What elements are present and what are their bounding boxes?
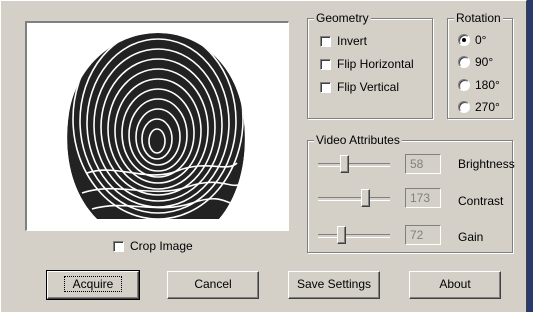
rotation-90-dot[interactable]	[458, 56, 470, 68]
rotation-group: Rotation 0° 90° 180° 270°	[447, 11, 513, 119]
rotation-180-radio[interactable]: 180°	[458, 78, 500, 92]
rotation-180-dot[interactable]	[458, 79, 470, 91]
about-button[interactable]: About	[409, 271, 501, 299]
gain-value[interactable]: 72	[405, 225, 441, 245]
contrast-value[interactable]: 173	[405, 188, 441, 208]
contrast-track	[318, 197, 390, 201]
video-attributes-title: Video Attributes	[314, 133, 402, 147]
flip-vertical-label: Flip Vertical	[337, 80, 400, 94]
gain-label: Gain	[458, 230, 484, 244]
acquire-button[interactable]: Acquire	[46, 270, 140, 300]
rotation-0-radio[interactable]: 0°	[458, 33, 486, 47]
flip-horizontal-label: Flip Horizontal	[337, 57, 414, 71]
rotation-90-radio[interactable]: 90°	[458, 55, 493, 69]
video-attributes-group: Video Attributes 58 Brightness 173 Contr…	[307, 133, 515, 253]
brightness-label: Brightness	[458, 157, 515, 171]
gain-slider[interactable]	[318, 224, 390, 246]
invert-label: Invert	[337, 34, 368, 48]
fingerprint-dialog: Crop Image Geometry Invert Flip Horizont…	[0, 0, 527, 312]
brightness-track	[318, 163, 390, 167]
geometry-group: Geometry Invert Flip Horizontal Flip Ver…	[307, 11, 433, 119]
rotation-270-label: 270°	[475, 100, 500, 114]
rotation-0-dot[interactable]	[458, 34, 470, 46]
crop-image-label: Crop Image	[130, 239, 193, 253]
flip-vertical-box[interactable]	[320, 81, 331, 93]
contrast-slider[interactable]	[318, 187, 390, 209]
rotation-270-radio[interactable]: 270°	[458, 100, 500, 114]
fingerprint-image	[67, 33, 245, 219]
cancel-button[interactable]: Cancel	[167, 271, 259, 299]
flip-horizontal-checkbox[interactable]: Flip Horizontal	[320, 57, 414, 71]
acquire-label: Acquire	[63, 276, 123, 292]
invert-checkbox[interactable]: Invert	[320, 34, 367, 48]
invert-box[interactable]	[320, 35, 331, 47]
crop-image-box[interactable]	[113, 240, 124, 252]
brightness-slider[interactable]	[318, 153, 390, 175]
gain-thumb[interactable]	[337, 226, 346, 244]
rotation-title: Rotation	[454, 11, 503, 25]
flip-vertical-checkbox[interactable]: Flip Vertical	[320, 80, 399, 94]
contrast-label: Contrast	[458, 194, 504, 208]
brightness-thumb[interactable]	[340, 155, 349, 173]
flip-horizontal-box[interactable]	[320, 58, 331, 70]
contrast-thumb[interactable]	[361, 189, 370, 207]
save-settings-button[interactable]: Save Settings	[288, 271, 380, 299]
gain-track	[318, 234, 390, 238]
brightness-value[interactable]: 58	[405, 154, 441, 174]
fingerprint-preview	[25, 21, 289, 231]
rotation-0-label: 0°	[475, 33, 487, 47]
rotation-180-label: 180°	[475, 78, 500, 92]
geometry-title: Geometry	[314, 11, 371, 25]
rotation-90-label: 90°	[475, 55, 494, 69]
crop-image-checkbox[interactable]: Crop Image	[113, 239, 193, 253]
rotation-270-dot[interactable]	[458, 101, 470, 113]
